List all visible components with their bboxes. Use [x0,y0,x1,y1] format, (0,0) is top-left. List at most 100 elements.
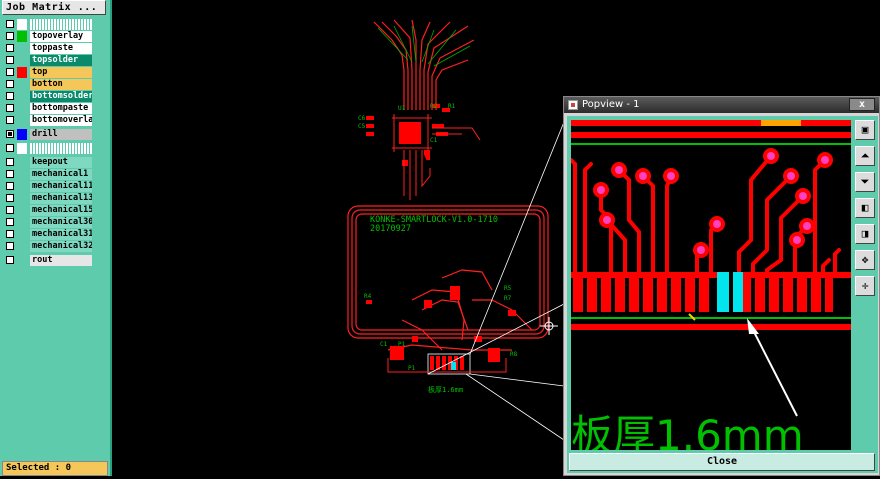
layer-checkbox[interactable] [6,206,14,214]
layer-name[interactable]: keepout [30,157,92,168]
layer-name[interactable]: botton [30,79,92,90]
svg-text:C1: C1 [430,137,438,144]
zoom-out-icon[interactable]: ✛ [855,276,875,296]
layer-color-swatch[interactable] [17,157,27,168]
layer-name[interactable]: mechanical11 [30,181,92,192]
pan-up-icon[interactable]: ⏶ [855,146,875,166]
layer-row[interactable]: bottompaste [4,103,108,114]
svg-text:P1: P1 [398,341,406,348]
layer-name[interactable]: bottompaste [30,103,92,114]
layer-row[interactable]: mechanical31 [4,229,108,240]
svg-text:R4: R4 [364,293,372,300]
layer-checkbox[interactable] [6,230,14,238]
layer-color-swatch[interactable] [17,205,27,216]
layer-color-swatch[interactable] [17,43,27,54]
layer-checkbox[interactable] [6,116,14,124]
layer-color-swatch[interactable] [17,255,27,266]
layer-color-swatch[interactable] [17,31,27,42]
layer-name[interactable]: mechanical1 [30,169,92,180]
layer-color-swatch[interactable] [17,193,27,204]
layer-row[interactable]: keepout [4,157,108,168]
layer-row[interactable]: bottomsolder [4,91,108,102]
layer-name[interactable]: rout [30,255,92,266]
layer-name[interactable]: mechanical30 [30,217,92,228]
layer-checkbox[interactable] [6,158,14,166]
layer-row[interactable]: mechanical15 [4,205,108,216]
layer-checkbox[interactable] [6,170,14,178]
svg-text:C6: C6 [358,115,366,122]
layer-checkbox[interactable] [6,80,14,88]
svg-text:U1: U1 [398,105,406,112]
layer-name[interactable]: bottomoverlay [30,115,92,126]
popview-titlebar[interactable]: Popview - 1 x [564,97,879,113]
layer-row[interactable]: topsolder [4,55,108,66]
layer-checkbox[interactable] [6,256,14,264]
layer-checkbox[interactable] [6,56,14,64]
layer-color-swatch[interactable] [17,229,27,240]
layer-name[interactable]: drill [30,129,92,140]
layer-row[interactable]: top [4,67,108,78]
job-matrix-button[interactable]: Job Matrix ... [2,0,106,15]
layer-name[interactable]: topsolder [30,55,92,66]
layer-row[interactable]: drill [4,129,108,140]
layer-checkbox[interactable] [6,92,14,100]
layer-color-swatch[interactable] [17,181,27,192]
layer-checkbox[interactable] [6,242,14,250]
layer-name[interactable] [30,143,92,154]
layer-color-swatch[interactable] [17,169,27,180]
pan-left-icon[interactable]: ◧ [855,198,875,218]
layer-name[interactable]: top [30,67,92,78]
layer-checkbox[interactable] [6,32,14,40]
pan-right-icon[interactable]: ◨ [855,224,875,244]
layer-color-swatch[interactable] [17,217,27,228]
layer-row[interactable]: rout [4,255,108,266]
layer-row[interactable] [4,19,108,30]
layer-color-swatch[interactable] [17,67,27,78]
mcu-chip [366,104,481,200]
layer-name[interactable]: mechanical31 [30,229,92,240]
close-icon[interactable]: x [849,98,875,111]
layer-name[interactable]: mechanical32 [30,241,92,252]
layer-color-swatch[interactable] [17,129,27,140]
zoom-in-icon[interactable]: ✥ [855,250,875,270]
layer-row[interactable]: mechanical32 [4,241,108,252]
layer-row[interactable]: mechanical11 [4,181,108,192]
svg-text:C5: C5 [358,123,366,130]
layer-color-swatch[interactable] [17,91,27,102]
layer-checkbox[interactable] [6,104,14,112]
layer-checkbox[interactable] [6,44,14,52]
zoom-view[interactable]: 板厚1.6mm [571,120,851,450]
layer-color-swatch[interactable] [17,143,27,154]
layer-name[interactable]: mechanical15 [30,205,92,216]
layer-name[interactable]: mechanical13 [30,193,92,204]
layer-row[interactable]: toppaste [4,43,108,54]
layer-row[interactable]: mechanical30 [4,217,108,228]
layer-name[interactable] [30,19,92,30]
layer-checkbox[interactable] [6,182,14,190]
layer-checkbox[interactable] [6,194,14,202]
fit-icon[interactable]: ▣ [855,120,875,140]
layer-color-swatch[interactable] [17,103,27,114]
layer-row[interactable]: bottomoverlay [4,115,108,126]
layer-checkbox[interactable] [6,144,14,152]
layer-row[interactable]: mechanical13 [4,193,108,204]
layer-checkbox[interactable] [6,68,14,76]
layer-name[interactable]: toppaste [30,43,92,54]
layer-row[interactable]: mechanical1 [4,169,108,180]
layer-row[interactable]: botton [4,79,108,90]
close-button[interactable]: Close [569,453,875,471]
layer-checkbox[interactable] [6,218,14,226]
layer-color-swatch[interactable] [17,55,27,66]
layer-checkbox[interactable] [6,20,14,28]
layer-color-swatch[interactable] [17,19,27,30]
pan-down-icon[interactable]: ⏷ [855,172,875,192]
layer-name[interactable]: topoverlay [30,31,92,42]
layer-color-swatch[interactable] [17,115,27,126]
svg-text:P1: P1 [408,365,416,372]
layer-checkbox[interactable] [6,130,14,138]
layer-row[interactable]: topoverlay [4,31,108,42]
layer-row[interactable] [4,143,108,154]
layer-name[interactable]: bottomsolder [30,91,92,102]
layer-color-swatch[interactable] [17,241,27,252]
layer-color-swatch[interactable] [17,79,27,90]
